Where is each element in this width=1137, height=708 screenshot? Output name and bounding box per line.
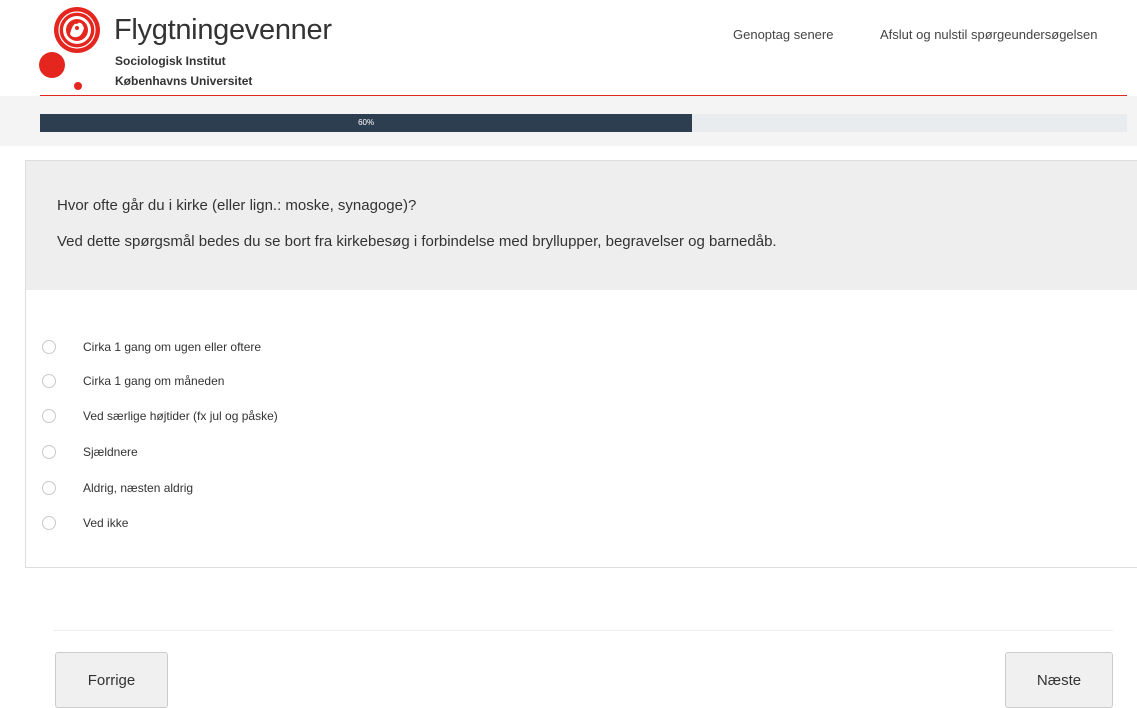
resume-later-link[interactable]: Genoptag senere [733, 27, 833, 43]
logo-dot-large [39, 52, 65, 78]
answer-label: Sjældnere [83, 445, 138, 459]
answer-label: Ved særlige højtider (fx jul og påske) [83, 409, 278, 423]
answer-option[interactable]: Ved ikke [42, 513, 642, 533]
answer-option[interactable]: Ved særlige højtider (fx jul og påske) [42, 406, 642, 426]
radio-button[interactable] [42, 340, 56, 354]
question-header: Hvor ofte går du i kirke (eller lign.: m… [26, 161, 1137, 290]
question-help-text: Ved dette spørgsmål bedes du se bort fra… [57, 233, 777, 250]
progress-bar-fill: 60% [40, 114, 693, 132]
answer-option[interactable]: Cirka 1 gang om ugen eller oftere [42, 337, 642, 357]
radio-button[interactable] [42, 409, 56, 423]
brand-university: Københavns Universitet [115, 74, 253, 88]
question-text: Hvor ofte går du i kirke (eller lign.: m… [57, 197, 417, 214]
logo-dot-small [74, 82, 82, 90]
progress-section: 60% [0, 96, 1137, 146]
radio-button[interactable] [42, 481, 56, 495]
footer-divider [53, 630, 1113, 631]
brand-title: Flygtningevenner [114, 14, 332, 46]
previous-button[interactable]: Forrige [55, 652, 168, 708]
answer-label: Cirka 1 gang om måneden [83, 374, 225, 388]
question-card: Hvor ofte går du i kirke (eller lign.: m… [25, 160, 1137, 568]
progress-label: 60% [358, 118, 375, 127]
progress-bar: 60% [40, 114, 1127, 132]
radio-button[interactable] [42, 516, 56, 530]
answer-option[interactable]: Cirka 1 gang om måneden [42, 371, 642, 391]
brand-institute: Sociologisk Institut [115, 54, 226, 68]
answer-label: Ved ikke [83, 516, 129, 530]
answer-label: Cirka 1 gang om ugen eller oftere [83, 340, 262, 354]
header: Flygtningevenner Sociologisk Institut Kø… [0, 0, 1137, 96]
radio-button[interactable] [42, 374, 56, 388]
university-seal-icon [54, 7, 100, 53]
radio-button[interactable] [42, 445, 56, 459]
next-button[interactable]: Næste [1005, 652, 1113, 708]
answer-label: Aldrig, næsten aldrig [83, 481, 194, 495]
exit-and-reset-link[interactable]: Afslut og nulstil spørgeundersøgelsen [880, 27, 1098, 43]
answer-option[interactable]: Sjældnere [42, 442, 642, 462]
answer-option[interactable]: Aldrig, næsten aldrig [42, 478, 642, 498]
